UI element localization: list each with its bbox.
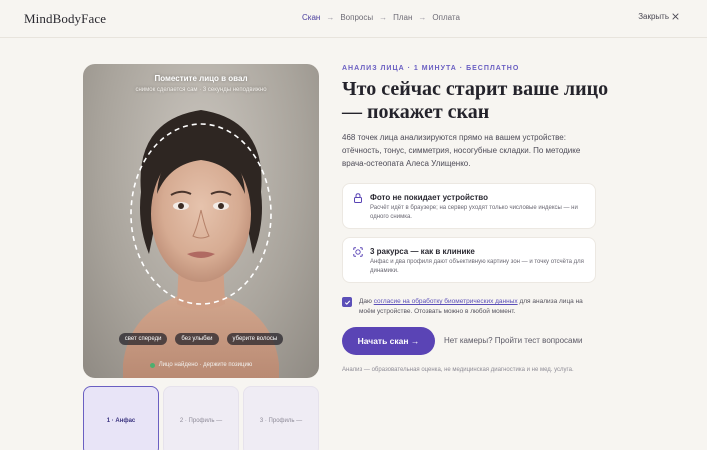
lead-paragraph: 468 точек лица анализируются прямо на ва… [342,133,581,168]
step-plan: План [393,13,413,22]
close-icon [672,13,679,20]
step-scan: Скан [302,13,321,22]
face-status-text: Лицо найдено · держите позицию [158,362,253,368]
step-arrow: → [418,13,427,22]
status-dot-icon [149,362,155,368]
face-portrait [123,110,279,378]
lock-icon [354,193,362,203]
top-bar: MindBodyFace Скан → Вопросы → План → Опл… [0,0,707,38]
close-label: Закрыть [638,12,669,21]
step-payment: Оплата [432,13,460,22]
close-button[interactable]: Закрыть [638,12,679,21]
angle-thumbnails: 1 · Анфас 2 · Профиль — 3 · Профиль — [83,386,319,450]
consent-link[interactable]: согласие на обработку биометрических дан… [374,298,518,305]
tip-chip: свет спереди [118,333,168,345]
step-progress: Скан → Вопросы → План → Оплата [302,13,460,22]
tip-chip: уберите волосы [226,333,284,345]
thumb-profile-2[interactable]: 3 · Профиль — [243,386,319,450]
feature-title: Фото не покидает устройство [370,193,488,202]
camera-tips: свет спереди без улыбки уберите волосы [83,333,319,345]
feature-description: Анфас и два профиля дают объективную кар… [370,259,584,274]
consent-text-before: Даю [359,298,374,305]
step-arrow: → [326,13,335,22]
questionnaire-link[interactable]: Нет камеры? Пройти тест вопросами [444,336,582,345]
start-scan-button[interactable]: Начать скан → [342,327,435,355]
eyebrow-label: АНАЛИЗ ЛИЦА · 1 МИНУТА · БЕСПЛАТНО [342,65,520,72]
face-scan-icon [353,247,363,257]
step-arrow: → [379,13,388,22]
tip-chip: без улыбки [175,333,219,345]
logo[interactable]: MindBodyFace [24,11,106,27]
camera-viewport: Поместите лицо в овал снимок сделается с… [83,64,319,378]
thumb-profile-1[interactable]: 2 · Профиль — [163,386,239,450]
consent-checkbox[interactable] [342,297,352,307]
feature-title: 3 ракурса — как в клинике [370,247,475,256]
consent-text: Даю согласие на обработку биометрических… [359,297,599,317]
disclaimer: Анализ — образовательная оценка, не меди… [342,367,574,373]
camera-instruction-title: Поместите лицо в овал [154,74,248,83]
camera-instruction-subtitle: снимок сделается сам · 3 секунды неподви… [135,87,267,93]
thumb-frontal[interactable]: 1 · Анфас [83,386,159,450]
face-status: Лицо найдено · держите позицию [83,362,319,368]
checkmark-icon [344,300,350,305]
feature-description: Расчёт идёт в браузере; на сервер уходят… [370,205,578,220]
feature-card-privacy: Фото не покидает устройство Расчёт идёт … [342,183,596,229]
page-title: Что сейчас старит ваше лицо — покажет ск… [342,78,609,123]
feature-card-angles: 3 ракурса — как в клинике Анфас и два пр… [342,237,596,283]
step-questions: Вопросы [340,13,374,22]
